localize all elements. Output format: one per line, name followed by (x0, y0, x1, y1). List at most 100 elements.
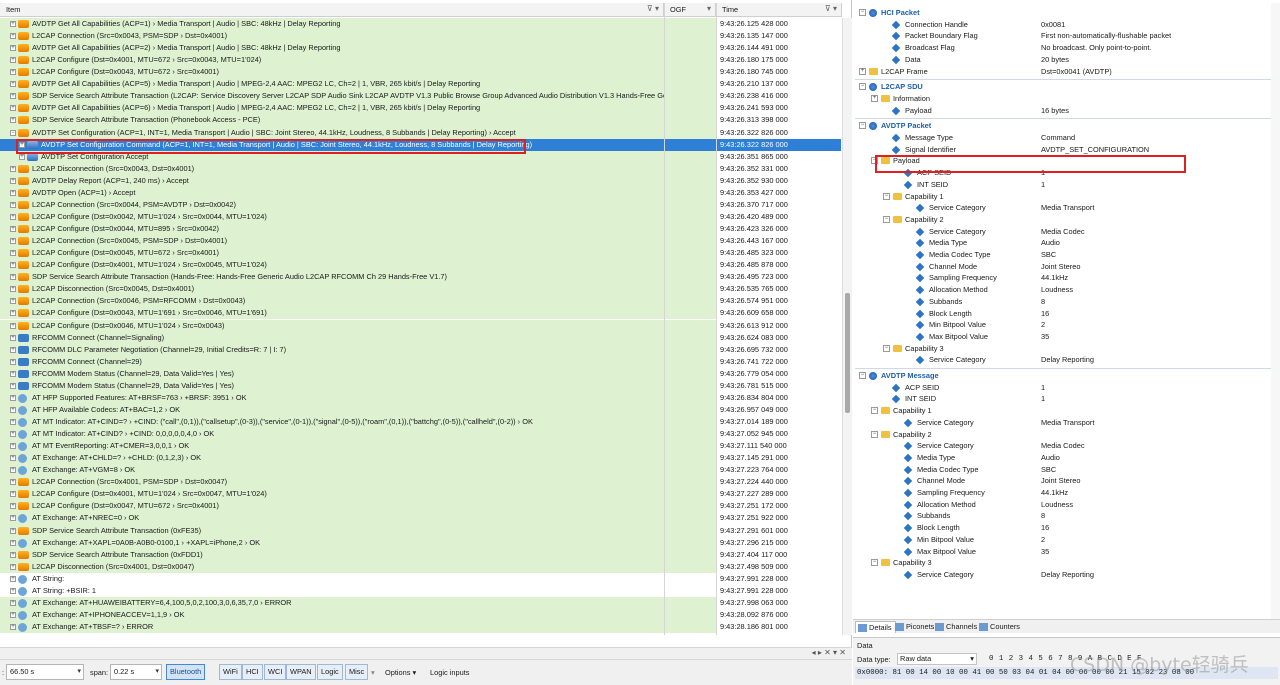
packet-item-cell[interactable]: + AT Exchange: AT+XAPL=0A0B-A0B0-0100,1 ›… (0, 536, 664, 549)
packet-time-cell[interactable]: 9:43:26.420 489 000 (717, 210, 841, 223)
packet-row[interactable]: + AT MT Indicator: AT+CIND=? › +CIND: ("c… (0, 415, 841, 429)
packet-time-cell[interactable]: 9:43:28.092 876 000 (717, 608, 841, 621)
options-menu[interactable]: Options ▾ (385, 668, 416, 677)
packet-time-cell[interactable]: 9:43:26.322 826 000 (717, 138, 841, 151)
packet-ogf-cell[interactable] (665, 247, 716, 260)
packet-list-scrollbar[interactable] (842, 18, 852, 635)
collapse-icon[interactable]: − (871, 559, 878, 567)
details-scrollbar[interactable] (1271, 3, 1280, 619)
packet-time-cell[interactable]: 9:43:26.443 167 000 (717, 235, 841, 248)
packet-item-cell[interactable]: + AVDTP Get All Capabilities (ACP=2) › Me… (0, 42, 664, 55)
packet-item-cell[interactable]: + AT Exchange: AT+VGM=8 › OK (0, 464, 664, 477)
packet-item-cell[interactable]: + L2CAP Configure (Dst=0x0043, MTU=672 › … (0, 66, 664, 79)
details-field[interactable]: Data 20 bytes (853, 54, 1280, 66)
collapse-icon[interactable]: − (871, 407, 878, 415)
expand-icon[interactable]: + (10, 418, 16, 425)
collapse-icon[interactable]: − (871, 430, 878, 438)
filter-wpan-button[interactable]: WPAN (286, 664, 316, 680)
packet-ogf-cell[interactable] (665, 572, 716, 585)
packet-ogf-cell[interactable] (665, 259, 716, 272)
details-group[interactable]: − Capability 2 (853, 214, 1280, 226)
packet-row[interactable]: + L2CAP Configure (Dst=0x0045, MTU=672 › … (0, 247, 841, 260)
packet-ogf-cell[interactable] (665, 512, 716, 525)
packet-row[interactable]: + RFCOMM Modem Status (Channel=29, Data V… (0, 367, 841, 380)
packet-ogf-cell[interactable] (665, 367, 716, 380)
packet-time-cell[interactable]: 9:43:26.313 398 000 (717, 114, 841, 127)
packet-ogf-cell[interactable] (665, 235, 716, 248)
packet-item-cell[interactable]: + L2CAP Connection (Src=0x0044, PSM=AVDTP… (0, 198, 664, 211)
packet-row[interactable]: + SDP Service Search Attribute Transactio… (0, 524, 841, 537)
column-filter-icon[interactable]: ⊽ ▾ (825, 4, 837, 13)
details-field[interactable]: Allocation Method Loudness (853, 284, 1280, 296)
packet-ogf-cell[interactable] (665, 415, 716, 429)
expand-icon[interactable]: + (10, 57, 16, 64)
packet-item-cell[interactable]: + L2CAP Configure (Dst=0x0042, MTU=1'024 … (0, 210, 664, 223)
collapse-icon[interactable]: − (883, 192, 890, 200)
data-type-select[interactable]: Raw data ▾ (897, 653, 977, 665)
tab-details[interactable]: Details (855, 621, 896, 633)
packet-ogf-cell[interactable] (665, 54, 716, 67)
packet-ogf-cell[interactable] (665, 30, 716, 43)
expand-icon[interactable]: + (10, 551, 16, 558)
expand-icon[interactable]: + (10, 286, 16, 293)
packet-item-cell[interactable]: + L2CAP Connection (Src=0x0043, PSM=SDP ›… (0, 30, 664, 43)
expand-icon[interactable]: + (10, 406, 16, 413)
expand-icon[interactable]: + (10, 527, 16, 534)
packet-time-cell[interactable]: 9:43:26.238 416 000 (717, 90, 841, 103)
packet-time-cell[interactable]: 9:43:27.251 172 000 (717, 500, 841, 513)
packet-ogf-cell[interactable] (665, 391, 716, 404)
expand-icon[interactable]: + (10, 334, 16, 341)
packet-ogf-cell[interactable] (665, 18, 716, 31)
packet-row[interactable]: + L2CAP Connection (Src=0x0045, PSM=SDP ›… (0, 235, 841, 248)
details-field[interactable]: Block Length 16 (853, 308, 1280, 320)
expand-icon[interactable]: + (10, 165, 16, 172)
expand-icon[interactable]: + (10, 238, 16, 245)
details-field[interactable]: Service Category Delay Reporting (853, 569, 1280, 581)
packet-row[interactable]: + L2CAP Disconnection (Src=0x0045, Dst=0x… (0, 283, 841, 296)
packet-row[interactable]: + L2CAP Configure (Dst=0x0044, MTU=895 › … (0, 223, 841, 236)
column-header-time[interactable]: Time ⊽ ▾ (716, 3, 842, 17)
packet-item-cell[interactable]: + L2CAP Configure (Dst=0x0044, MTU=895 › … (0, 223, 664, 236)
packet-item-cell[interactable]: − AVDTP Set Configuration (ACP=1, INT=1, … (0, 126, 664, 139)
packet-time-cell[interactable]: 9:43:26.495 723 000 (717, 271, 841, 284)
expand-icon[interactable]: + (10, 539, 16, 546)
packet-item-cell[interactable]: + L2CAP Disconnection (Src=0x4001, Dst=0x… (0, 560, 664, 573)
packet-time-cell[interactable]: 9:43:27.498 509 000 (717, 560, 841, 573)
packet-time-cell[interactable]: 9:43:26.351 865 000 (717, 150, 841, 163)
packet-ogf-cell[interactable] (665, 343, 716, 356)
packet-ogf-cell[interactable] (665, 162, 716, 175)
details-group[interactable]: − Capability 2 (853, 429, 1280, 441)
packet-time-cell[interactable]: 9:43:26.352 331 000 (717, 162, 841, 175)
collapse-icon[interactable]: − (859, 9, 866, 16)
span-combo[interactable]: 0.22 s ▾ (110, 664, 162, 680)
packet-ogf-cell[interactable] (665, 102, 716, 115)
packet-item-cell[interactable]: + L2CAP Disconnection (Src=0x0045, Dst=0x… (0, 283, 664, 296)
expand-icon[interactable]: + (10, 394, 16, 401)
packet-time-cell[interactable]: 9:43:26.695 732 000 (717, 343, 841, 356)
details-field[interactable]: Block Length 16 (853, 522, 1280, 534)
packet-time-cell[interactable]: 9:43:26.957 049 000 (717, 403, 841, 416)
packet-item-cell[interactable]: + AVDTP Get All Capabilities (ACP=6) › Me… (0, 102, 664, 115)
packet-time-cell[interactable]: 9:43:27.991 228 000 (717, 584, 841, 597)
expand-icon[interactable]: + (10, 81, 16, 88)
expand-icon[interactable]: + (10, 431, 16, 438)
details-field[interactable]: Connection Handle 0x0081 (853, 19, 1280, 31)
packet-time-cell[interactable]: 9:43:27.296 215 000 (717, 536, 841, 549)
packet-row[interactable]: + AT MT EventReporting: AT+CMER=3,0,0,1 ›… (0, 440, 841, 453)
details-field[interactable]: Allocation Method Loudness (853, 499, 1280, 511)
packet-row[interactable]: + AT Exchange: AT+NREC=0 › OK 9:43:27.251 … (0, 512, 841, 525)
column-header-item[interactable]: Item ⊽ ▾ (0, 3, 664, 17)
packet-time-cell[interactable]: 9:43:26.485 323 000 (717, 247, 841, 260)
packet-ogf-cell[interactable] (665, 283, 716, 296)
packet-row[interactable]: + L2CAP Configure (Dst=0x0046, MTU=1'024 … (0, 319, 841, 332)
packet-item-cell[interactable]: + AT MT Indicator: AT+CIND? › +CIND: 0,0,… (0, 428, 664, 441)
expand-icon[interactable]: + (10, 298, 16, 305)
packet-row[interactable]: + SDP Service Search Attribute Transactio… (0, 548, 841, 561)
expand-icon[interactable]: + (10, 443, 16, 450)
packet-item-cell[interactable]: + L2CAP Configure (Dst=0x4001, MTU=1'024 … (0, 488, 664, 501)
packet-ogf-cell[interactable] (665, 452, 716, 465)
packet-item-cell[interactable]: + RFCOMM DLC Parameter Negotiation (Chann… (0, 343, 664, 356)
column-filter-icon[interactable]: ▾ (707, 4, 711, 13)
packet-item-cell[interactable]: + L2CAP Connection (Src=0x4001, PSM=SDP ›… (0, 476, 664, 489)
packet-row[interactable]: + AVDTP Get All Capabilities (ACP=5) › Me… (0, 78, 841, 91)
